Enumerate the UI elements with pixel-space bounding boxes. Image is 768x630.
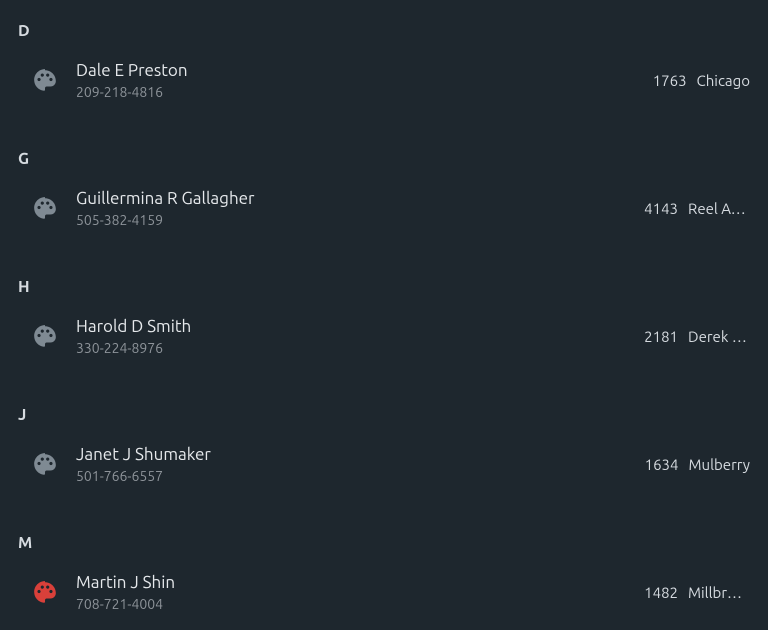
contact-phone: 330-224-8976 <box>76 340 644 356</box>
address-number: 1482 <box>644 584 678 601</box>
palette-icon <box>32 67 58 93</box>
contact-name: Guillermina R Gallagher <box>76 188 644 210</box>
contact-address: 1482 Millbrook <box>644 584 750 601</box>
contact-row[interactable]: Dale E Preston 209-218-48161763 Chicago <box>18 50 750 128</box>
palette-icon <box>32 323 58 349</box>
section-header: H <box>18 256 750 306</box>
contact-info: Guillermina R Gallagher 505-382-4159 <box>76 188 644 228</box>
contact-info: Dale E Preston 209-218-4816 <box>76 60 653 100</box>
address-street: Millbrook <box>688 584 750 601</box>
address-number: 4143 <box>644 200 678 217</box>
contact-phone: 505-382-4159 <box>76 212 644 228</box>
contact-phone: 209-218-4816 <box>76 84 653 100</box>
address-number: 1763 <box>653 72 687 89</box>
contact-avatar <box>32 323 58 349</box>
contact-avatar <box>32 579 58 605</box>
palette-icon <box>32 579 58 605</box>
contact-avatar <box>32 451 58 477</box>
palette-icon <box>32 195 58 221</box>
contact-avatar <box>32 195 58 221</box>
contact-row[interactable]: Harold D Smith 330-224-89762181 Derek Driv… <box>18 306 750 384</box>
palette-icon <box>32 451 58 477</box>
contact-name: Dale E Preston <box>76 60 653 82</box>
contact-address: 1634 Mulberry <box>645 456 750 473</box>
contact-phone: 501-766-6557 <box>76 468 645 484</box>
address-street: Chicago <box>697 72 750 89</box>
contact-name: Janet J Shumaker <box>76 444 645 466</box>
section-header: M <box>18 512 750 562</box>
section-header: G <box>18 128 750 178</box>
contact-phone: 708-721-4004 <box>76 596 644 612</box>
contact-address: 1763 Chicago <box>653 72 750 89</box>
address-number: 2181 <box>644 328 678 345</box>
address-street: Derek Drive <box>688 328 750 345</box>
contact-name: Martin J Shin <box>76 572 644 594</box>
contact-row[interactable]: Janet J Shumaker 501-766-65571634 Mulberry <box>18 434 750 512</box>
contact-row[interactable]: Martin J Shin 708-721-40041482 Millbrook <box>18 562 750 630</box>
contact-name: Harold D Smith <box>76 316 644 338</box>
contact-info: Martin J Shin 708-721-4004 <box>76 572 644 612</box>
contact-address: 2181 Derek Drive <box>644 328 750 345</box>
contact-info: Janet J Shumaker 501-766-6557 <box>76 444 645 484</box>
section-header: J <box>18 384 750 434</box>
address-street: Mulberry <box>688 456 750 473</box>
contact-address: 4143 Reel Avenue <box>644 200 750 217</box>
section-header: D <box>18 0 750 50</box>
contact-row[interactable]: Guillermina R Gallagher 505-382-41594143 R… <box>18 178 750 256</box>
address-number: 1634 <box>645 456 679 473</box>
contact-list: D Dale E Preston 209-218-48161763 Chicago G… <box>0 0 768 630</box>
contact-info: Harold D Smith 330-224-8976 <box>76 316 644 356</box>
contact-avatar <box>32 67 58 93</box>
address-street: Reel Avenue <box>688 200 750 217</box>
